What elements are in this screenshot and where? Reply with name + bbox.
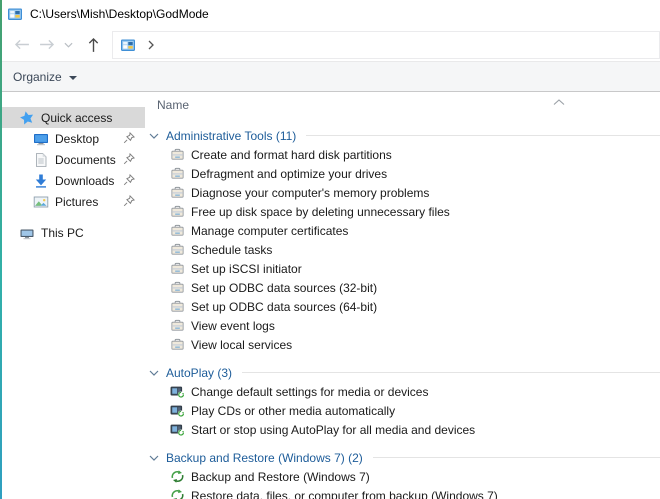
list-item[interactable]: Set up iSCSI initiator <box>145 259 660 278</box>
list-item[interactable]: Set up ODBC data sources (64-bit) <box>145 297 660 316</box>
admin-tools-icon <box>170 185 185 200</box>
godmode-icon <box>7 6 23 22</box>
list-item[interactable]: Restore data, files, or computer from ba… <box>145 486 660 499</box>
sidebar-item-pictures[interactable]: Pictures <box>2 191 145 212</box>
pin-icon <box>122 173 136 187</box>
autoplay-icon <box>170 384 185 399</box>
list-item[interactable]: Manage computer certificates <box>145 221 660 240</box>
list-item[interactable]: Free up disk space by deleting unnecessa… <box>145 202 660 221</box>
pin-icon <box>122 152 136 166</box>
back-arrow-icon[interactable] <box>8 33 34 57</box>
admin-tools-icon <box>170 223 185 238</box>
list-item[interactable]: Set up ODBC data sources (32-bit) <box>145 278 660 297</box>
item-group: Administrative Tools (11) Create and for… <box>145 126 660 354</box>
list-item[interactable]: Play CDs or other media automatically <box>145 401 660 420</box>
sidebar-item-quick-access[interactable]: Quick access <box>2 107 145 128</box>
quick-access-star-icon <box>19 110 35 126</box>
group-rule <box>306 135 660 136</box>
organize-button[interactable]: Organize <box>13 70 77 84</box>
admin-tools-icon <box>170 318 185 333</box>
navigation-bar <box>2 28 660 61</box>
chevron-down-icon[interactable] <box>148 133 160 139</box>
item-group: AutoPlay (3) Change default settings for… <box>145 363 660 439</box>
documents-icon <box>33 152 49 168</box>
list-item[interactable]: Backup and Restore (Windows 7) <box>145 467 660 486</box>
content-area: Quick access Desktop Documents Downloads… <box>2 92 660 499</box>
pin-icon <box>122 194 136 208</box>
admin-tools-icon <box>170 280 185 295</box>
navigation-pane: Quick access Desktop Documents Downloads… <box>2 92 145 499</box>
explorer-window: C:\Users\Mish\Desktop\GodMode Organize Q… <box>0 0 660 499</box>
admin-tools-icon <box>170 147 185 162</box>
forward-arrow-icon[interactable] <box>34 33 60 57</box>
chevron-down-icon[interactable] <box>60 33 76 57</box>
list-item[interactable]: View local services <box>145 335 660 354</box>
group-header-autoplay[interactable]: AutoPlay (3) <box>145 363 660 382</box>
desktop-icon <box>33 131 49 147</box>
admin-tools-icon <box>170 299 185 314</box>
backup-icon <box>170 469 185 484</box>
pin-icon <box>122 131 136 145</box>
group-rule <box>373 457 660 458</box>
file-list-pane: Name Administrative Tools (11) Create an… <box>145 92 660 499</box>
list-item[interactable]: View event logs <box>145 316 660 335</box>
command-toolbar: Organize <box>2 61 660 92</box>
group-rule <box>242 372 660 373</box>
chevron-down-icon[interactable] <box>148 370 160 376</box>
list-item[interactable]: Schedule tasks <box>145 240 660 259</box>
autoplay-icon <box>170 422 185 437</box>
up-arrow-icon[interactable] <box>80 33 106 57</box>
item-group: Backup and Restore (Windows 7) (2) Backu… <box>145 448 660 499</box>
list-item[interactable]: Change default settings for media or dev… <box>145 382 660 401</box>
this-pc-icon <box>19 225 35 241</box>
organize-label: Organize <box>13 70 62 84</box>
sidebar-item-this-pc[interactable]: This PC <box>2 222 145 243</box>
admin-tools-icon <box>170 337 185 352</box>
title-bar: C:\Users\Mish\Desktop\GodMode <box>2 0 660 28</box>
pictures-icon <box>33 194 49 210</box>
chevron-down-icon[interactable] <box>148 455 160 461</box>
list-item[interactable]: Diagnose your computer's memory problems <box>145 183 660 202</box>
godmode-icon <box>120 37 136 53</box>
sidebar-item-documents[interactable]: Documents <box>2 149 145 170</box>
autoplay-icon <box>170 403 185 418</box>
list-item[interactable]: Defragment and optimize your drives <box>145 164 660 183</box>
chevron-down-icon <box>69 76 77 80</box>
group-header-backup-and-restore-windows-7[interactable]: Backup and Restore (Windows 7) (2) <box>145 448 660 467</box>
admin-tools-icon <box>170 242 185 257</box>
downloads-icon <box>33 173 49 189</box>
backup-icon <box>170 488 185 499</box>
column-header-name[interactable]: Name <box>145 92 660 117</box>
admin-tools-icon <box>170 261 185 276</box>
list-item[interactable]: Start or stop using AutoPlay for all med… <box>145 420 660 439</box>
window-title: C:\Users\Mish\Desktop\GodMode <box>30 7 209 21</box>
sort-ascending-caret-icon[interactable] <box>553 94 565 108</box>
sidebar-item-downloads[interactable]: Downloads <box>2 170 145 191</box>
sidebar-item-desktop[interactable]: Desktop <box>2 128 145 149</box>
list-item[interactable]: Create and format hard disk partitions <box>145 145 660 164</box>
admin-tools-icon <box>170 166 185 181</box>
address-bar[interactable] <box>112 31 660 59</box>
group-header-administrative-tools[interactable]: Administrative Tools (11) <box>145 126 660 145</box>
chevron-right-icon[interactable] <box>142 32 160 58</box>
admin-tools-icon <box>170 204 185 219</box>
